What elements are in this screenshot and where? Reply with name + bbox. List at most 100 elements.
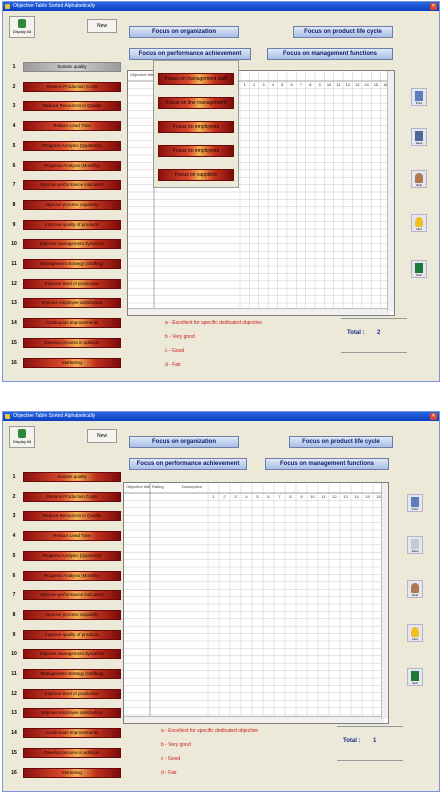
close-icon[interactable]: ✕ — [430, 413, 437, 420]
row-number: 7 — [12, 592, 16, 598]
objective-window-2: Objective Table Sorted Alphabetically ✕ … — [2, 411, 440, 792]
focus-management-button[interactable]: Focus on management functions — [265, 458, 389, 470]
objective-button[interactable]: Develop process in addition — [23, 748, 121, 758]
objective-button[interactable]: Improve quality of products — [23, 220, 121, 230]
total-divider-top — [341, 318, 407, 319]
focus-performance-button[interactable]: Focus on performance achievement — [129, 458, 247, 470]
objective-button[interactable]: Improve management dynamics — [23, 649, 121, 659]
rating-legend: a - Excellent for specific dedicated obj… — [165, 320, 285, 368]
save-button[interactable]: Save — [411, 128, 427, 146]
column-number: 6 — [267, 494, 270, 499]
row-number: 9 — [12, 222, 16, 228]
objective-button[interactable]: Management strategy (Staffing) — [23, 259, 121, 269]
row-number: 9 — [12, 632, 16, 638]
grid-header-rating: Rating — [152, 484, 164, 489]
person-icon — [415, 173, 423, 183]
horizontal-scrollbar[interactable] — [128, 308, 390, 315]
focus-organization-button[interactable]: Focus on organization — [129, 436, 239, 448]
row-number: 10 — [11, 651, 17, 657]
help-button[interactable]: Help — [407, 580, 423, 598]
objective-button[interactable]: Improve process capability — [23, 200, 121, 210]
focus-product-life-cycle-button[interactable]: Focus on product life cycle — [289, 436, 393, 448]
objective-button[interactable]: Marketing — [23, 768, 121, 778]
save-button[interactable]: Save — [407, 536, 423, 554]
focus-management-button[interactable]: Focus on management functions — [267, 48, 393, 60]
objective-button[interactable]: Management strategy (Staffing) — [23, 669, 121, 679]
popup-item-suppliers[interactable]: Focus on suppliers — [158, 169, 234, 181]
objective-button[interactable]: Progress Analysis (Monthly) — [23, 161, 121, 171]
column-number: 9 — [300, 494, 303, 499]
objective-button[interactable]: Improve management dynamics — [23, 239, 121, 249]
column-number: 8 — [289, 494, 292, 499]
objective-button[interactable]: Reduce Production Costs — [23, 82, 121, 92]
display-all-button[interactable]: Display All — [9, 16, 35, 38]
column-number: 3 — [262, 82, 265, 87]
column-number: 12 — [346, 82, 351, 87]
bulb-icon — [415, 217, 423, 227]
print-label: Print — [411, 507, 419, 511]
objective-button[interactable]: Improve performance indicators — [23, 180, 121, 190]
objective-button[interactable]: Improve level of production — [23, 689, 121, 699]
display-all-label: Display All — [12, 439, 32, 444]
objective-button[interactable]: Continuous Improvements — [23, 728, 121, 738]
print-button[interactable]: Print — [411, 88, 427, 106]
legend-a: a - Excellent for specific dedicated obj… — [161, 728, 258, 734]
column-number: 7 — [278, 494, 281, 499]
objective-button[interactable]: Reduce Resources in Quality — [23, 511, 121, 521]
exit-button[interactable]: Exit — [411, 260, 427, 278]
new-button[interactable]: New — [87, 429, 117, 443]
hint-button[interactable]: Hint — [411, 214, 427, 232]
objective-button[interactable]: Reduce Production Costs — [23, 492, 121, 502]
row-number: 15 — [11, 340, 17, 346]
row-number: 4 — [12, 123, 16, 129]
focus-product-life-cycle-button[interactable]: Focus on product life cycle — [293, 26, 393, 38]
close-icon[interactable]: ✕ — [430, 3, 437, 10]
objective-button[interactable]: Improve quality of products — [23, 630, 121, 640]
objective-button[interactable]: Progress Analysis (Monthly) — [23, 571, 121, 581]
objective-button[interactable]: Reduce Lead Time — [23, 121, 121, 131]
objective-button[interactable]: Improve employee satisfaction — [23, 298, 121, 308]
column-number: 10 — [327, 82, 332, 87]
objective-button[interactable]: Continuous Improvements — [23, 318, 121, 328]
objective-button[interactable]: Improve employee satisfaction — [23, 708, 121, 718]
display-all-button[interactable]: Display All — [9, 426, 35, 448]
objective-button[interactable]: Reduce Lead Time — [23, 531, 121, 541]
popup-item-employees[interactable]: Focus on employees — [158, 121, 234, 133]
popup-item-line-management[interactable]: Focus on line management — [158, 97, 234, 109]
row-number: 1 — [12, 64, 16, 70]
help-button[interactable]: Help — [411, 170, 427, 188]
objective-button[interactable]: Sustain quality — [23, 472, 121, 482]
objective-button[interactable]: Improve level of production — [23, 279, 121, 289]
print-button[interactable]: Print — [407, 494, 423, 512]
focus-organization-button[interactable]: Focus on organization — [129, 26, 239, 38]
column-number: 15 — [374, 82, 379, 87]
objective-grid[interactable]: 1 2 3 4 5 6 7 8 9 10 11 12 13 14 15 16 Objective title … — [123, 482, 389, 724]
objective-button[interactable]: Sustain quality — [23, 62, 121, 72]
vertical-scrollbar[interactable] — [381, 483, 388, 719]
column-number: 8 — [309, 82, 312, 87]
column-number: 13 — [355, 82, 360, 87]
window-title: Objective Table Sorted Alphabetically — [13, 3, 96, 9]
new-button[interactable]: New — [87, 19, 117, 33]
objective-button[interactable]: Reduce Resources in Quality — [23, 101, 121, 111]
vertical-scrollbar[interactable] — [387, 71, 394, 311]
row-number: 3 — [12, 103, 16, 109]
popup-item-employees-2[interactable]: Focus on employees — [158, 145, 234, 157]
objective-button[interactable]: Improve process capability — [23, 610, 121, 620]
objective-button[interactable]: Improve performance indicators — [23, 590, 121, 600]
objective-button[interactable]: Develop process in addition — [23, 338, 121, 348]
column-number: 6 — [290, 82, 293, 87]
popup-item-management-staff[interactable]: Focus on management staff — [158, 73, 234, 85]
row-number: 12 — [11, 281, 17, 287]
row-number: 8 — [12, 612, 16, 618]
horizontal-scrollbar[interactable] — [124, 716, 384, 723]
row-number: 13 — [11, 300, 17, 306]
print-label: Print — [415, 101, 423, 105]
objective-button[interactable]: Progress Analysis (Quarterly) — [23, 141, 121, 151]
exit-button[interactable]: Exit — [407, 668, 423, 686]
objective-button[interactable]: Progress Analysis (Quarterly) — [23, 551, 121, 561]
focus-performance-button[interactable]: Focus on performance achievement — [129, 48, 251, 60]
row-number: 3 — [12, 513, 16, 519]
hint-button[interactable]: Hint — [407, 624, 423, 642]
objective-button[interactable]: Marketing — [23, 358, 121, 368]
